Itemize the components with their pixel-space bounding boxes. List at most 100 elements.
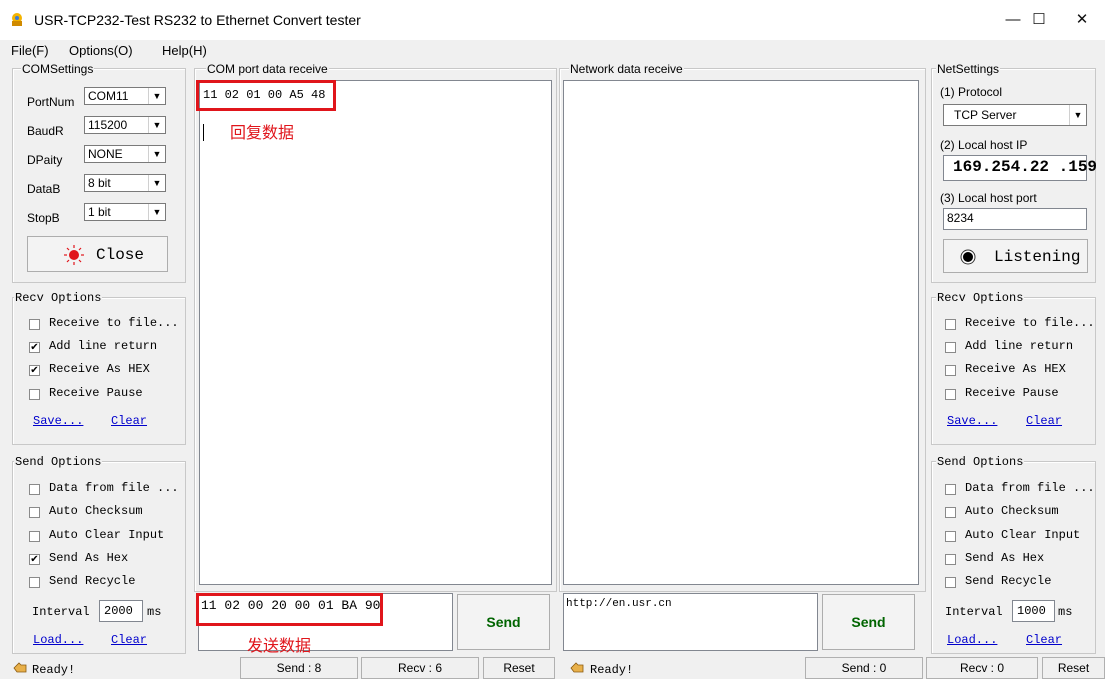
net-receive-textarea[interactable] [563, 80, 919, 585]
left-interval-label: Interval [32, 605, 90, 619]
right-recv-options-title: Recv Options [936, 291, 1025, 305]
right-send-label-4: Send Recycle [965, 574, 1052, 588]
right-recv-save-link[interactable]: Save... [947, 414, 997, 428]
net-send-content: http://en.usr.cn [566, 598, 672, 610]
chevron-down-icon: ▼ [148, 175, 165, 191]
text-cursor [203, 124, 204, 141]
com-send-button[interactable]: Send [457, 594, 550, 650]
right-interval-input[interactable]: 1000 [1012, 600, 1055, 622]
left-send-chk-1[interactable] [29, 507, 40, 518]
right-send-chk-0[interactable] [945, 484, 956, 495]
right-send-chk-4[interactable] [945, 577, 956, 588]
right-recv-chk-3[interactable] [945, 389, 956, 400]
right-reset-button[interactable]: Reset [1042, 657, 1105, 679]
right-send-chk-3[interactable] [945, 554, 956, 565]
left-interval-input[interactable]: 2000 [99, 600, 143, 622]
baudrate-select[interactable]: 115200 ▼ [84, 116, 166, 134]
right-send-label-3: Send As Hex [965, 551, 1045, 565]
menu-options[interactable]: Options(O) [69, 43, 133, 58]
left-send-label-1: Auto Checksum [49, 504, 143, 518]
chevron-down-icon: ▼ [148, 146, 165, 162]
left-send-label-4: Send Recycle [49, 574, 136, 588]
left-recv-label-1: Add line return [49, 339, 158, 353]
right-recv-label-1: Add line return [965, 339, 1074, 353]
left-recv-chk-2[interactable]: ✔ [29, 365, 40, 376]
chevron-down-icon: ▼ [148, 117, 165, 133]
com-close-button[interactable]: Close [27, 236, 168, 272]
maximize-button[interactable]: ☐ [1016, 0, 1062, 40]
chevron-down-icon: ▼ [1069, 105, 1086, 125]
menu-file[interactable]: File(F) [11, 43, 49, 58]
local-ip-label: (2) Local host IP [940, 138, 1028, 152]
right-recv-chk-0[interactable] [945, 319, 956, 330]
right-load-link[interactable]: Load... [947, 633, 997, 647]
window-title: USR-TCP232-Test RS232 to Ethernet Conver… [34, 12, 361, 28]
com-settings-title: COMSettings [21, 62, 95, 76]
parity-label: DPaity [27, 153, 63, 167]
stopbits-label: StopB [27, 211, 60, 225]
left-recv-chk-0[interactable] [29, 319, 40, 330]
com-receive-textarea[interactable] [199, 80, 552, 585]
left-recv-chk-3[interactable] [29, 389, 40, 400]
right-recv-chk-2[interactable] [945, 365, 956, 376]
right-send-options-title: Send Options [936, 455, 1025, 469]
send-annotation-text: 发送数据 [247, 638, 312, 655]
local-port-value: 8234 [947, 211, 974, 225]
left-send-chk-0[interactable] [29, 484, 40, 495]
protocol-label: (1) Protocol [940, 85, 1003, 99]
right-ready-status: Ready! [590, 663, 634, 677]
right-recv-chk-1[interactable] [945, 342, 956, 353]
left-recv-clear-link[interactable]: Clear [111, 414, 147, 428]
local-ip-value: 169.254.22 .159 [953, 158, 1098, 176]
right-ready-icon [569, 661, 585, 678]
right-recv-label-2: Receive As HEX [965, 362, 1066, 376]
left-recv-options-title: Recv Options [14, 291, 103, 305]
left-interval-unit: ms [147, 605, 162, 619]
databits-label: DataB [27, 182, 61, 196]
portnum-label: PortNum [27, 95, 75, 109]
right-recv-label-3: Receive Pause [965, 386, 1059, 400]
databits-select[interactable]: 8 bit ▼ [84, 174, 166, 192]
right-interval-label: Interval [945, 605, 1003, 619]
left-send-chk-3[interactable]: ✔ [29, 554, 40, 565]
right-send-label-1: Auto Checksum [965, 504, 1059, 518]
left-recv-save-link[interactable]: Save... [33, 414, 83, 428]
close-window-button[interactable]: ✕ [1059, 0, 1105, 40]
left-send-label-2: Auto Clear Input [49, 528, 165, 542]
left-send-label-3: Send As Hex [49, 551, 129, 565]
right-recv-clear-link[interactable]: Clear [1026, 414, 1062, 428]
listening-label: Listening [994, 248, 1081, 266]
baudrate-label: BaudR [27, 124, 64, 138]
left-send-chk-2[interactable] [29, 531, 40, 542]
protocol-select[interactable]: TCP Server ▼ [943, 104, 1087, 126]
right-send-count: Send : 0 [805, 657, 923, 679]
right-send-clear-link[interactable]: Clear [1026, 633, 1062, 647]
receive-annotation-box [196, 80, 336, 111]
menu-help[interactable]: Help(H) [162, 43, 207, 58]
net-settings-title: NetSettings [936, 62, 1001, 76]
left-load-link[interactable]: Load... [33, 633, 83, 647]
local-port-label: (3) Local host port [940, 191, 1037, 205]
left-send-chk-4[interactable] [29, 577, 40, 588]
chevron-down-icon: ▼ [148, 88, 165, 104]
listening-button[interactable]: Listening [943, 239, 1088, 273]
net-send-button[interactable]: Send [822, 594, 915, 650]
left-recv-chk-1[interactable]: ✔ [29, 342, 40, 353]
stopbits-select[interactable]: 1 bit ▼ [84, 203, 166, 221]
left-send-clear-link[interactable]: Clear [111, 633, 147, 647]
com-receive-title: COM port data receive [206, 62, 329, 76]
left-recv-label-3: Receive Pause [49, 386, 143, 400]
portnum-select[interactable]: COM11 ▼ [84, 87, 166, 105]
parity-select[interactable]: NONE ▼ [84, 145, 166, 163]
left-ready-status: Ready! [32, 663, 76, 677]
receive-annotation-text: 回复数据 [230, 125, 295, 142]
net-receive-title: Network data receive [569, 62, 684, 76]
right-send-chk-1[interactable] [945, 507, 956, 518]
right-send-chk-2[interactable] [945, 531, 956, 542]
send-annotation-box [196, 593, 383, 626]
right-recv-label-0: Receive to file... [965, 316, 1095, 330]
left-reset-button[interactable]: Reset [483, 657, 555, 679]
com-close-label: Close [96, 246, 145, 264]
left-recv-count: Recv : 6 [361, 657, 479, 679]
left-send-options-title: Send Options [14, 455, 103, 469]
